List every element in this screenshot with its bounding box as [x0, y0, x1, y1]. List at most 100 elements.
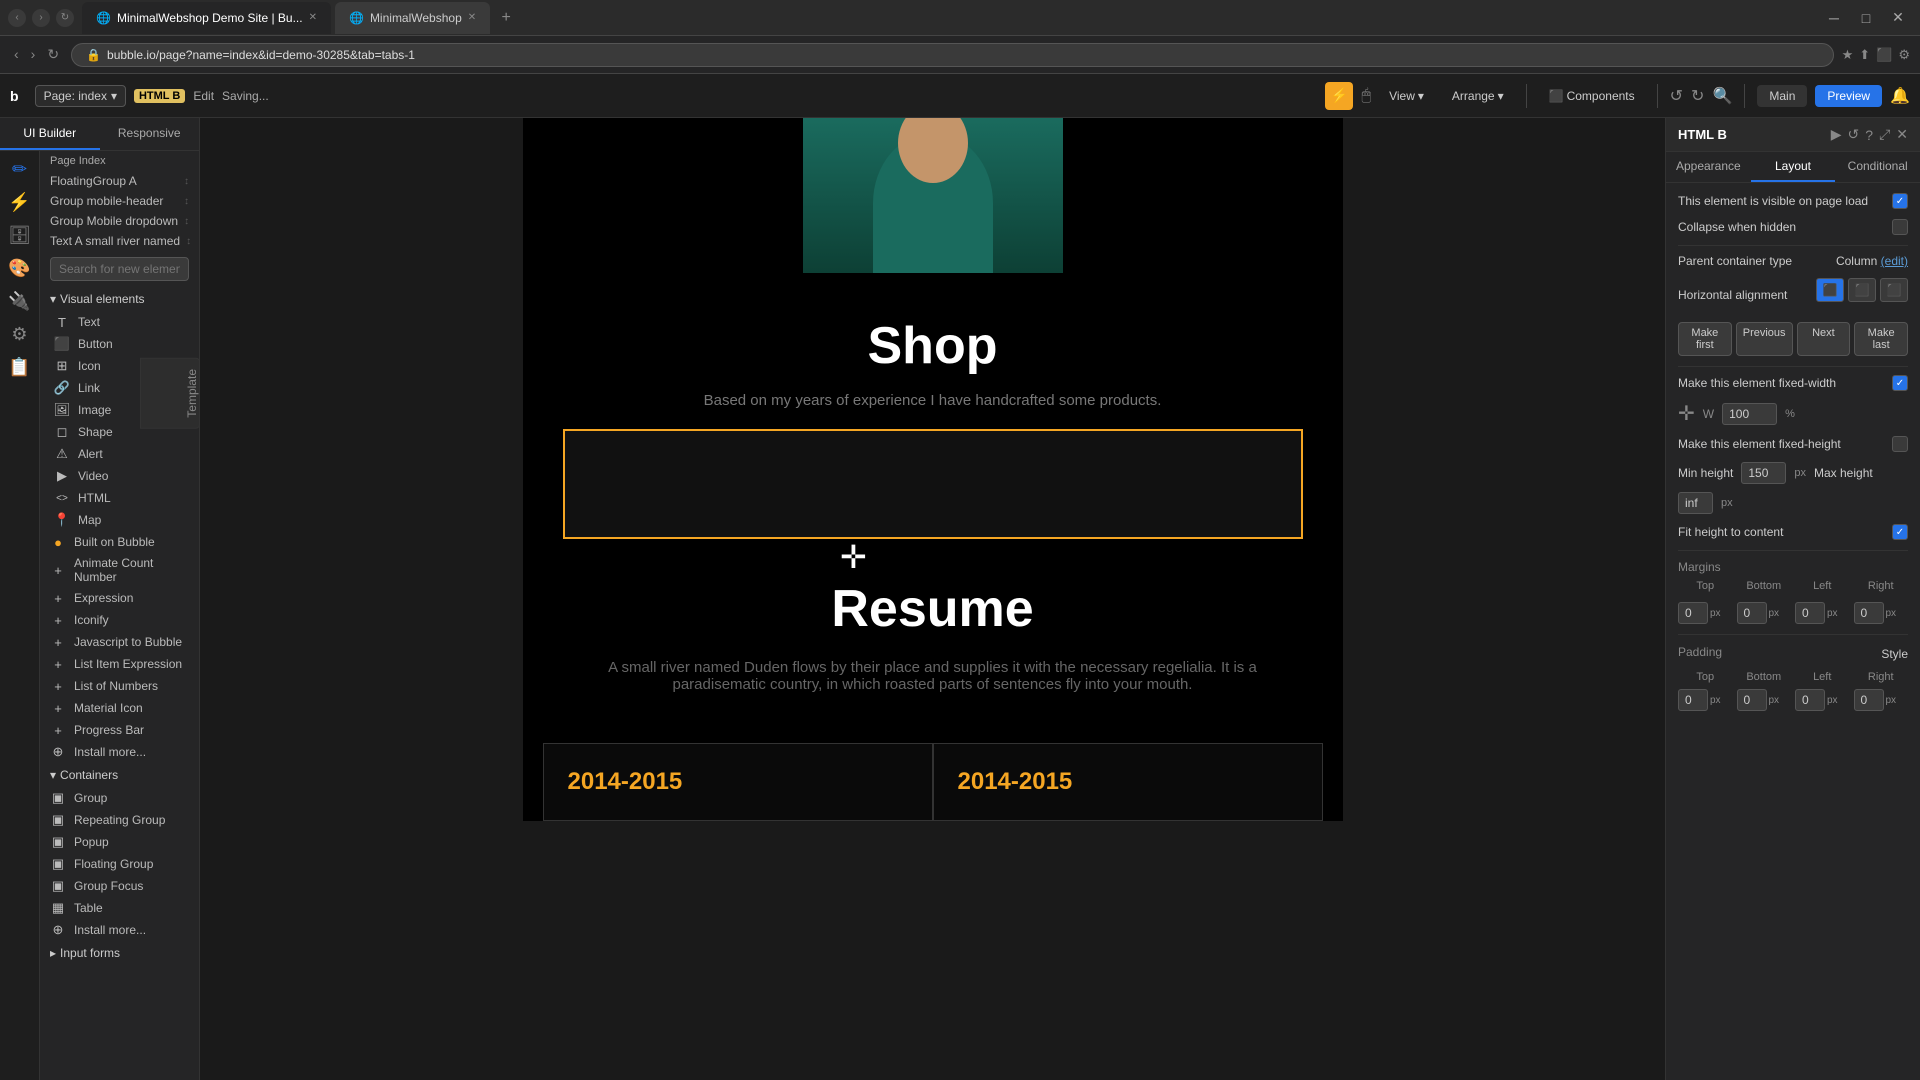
tab-responsive[interactable]: Responsive — [100, 118, 200, 150]
browser-tab-1[interactable]: 🌐 MinimalWebshop Demo Site | Bu... ✕ — [82, 2, 331, 34]
template-vertical-tab[interactable]: Template — [140, 358, 200, 429]
canvas-scroll[interactable]: Shop Based on my years of experience I h… — [200, 118, 1665, 1080]
align-center-btn[interactable]: ⬛ — [1848, 278, 1876, 302]
install-more-2-item[interactable]: ⊕ Install more... — [40, 919, 199, 941]
margin-bottom-input[interactable] — [1737, 602, 1767, 624]
back-btn[interactable]: ‹ — [8, 9, 26, 27]
animate-count-item[interactable]: + Animate Count Number — [40, 553, 199, 587]
container-popup[interactable]: ▣ Popup — [40, 831, 199, 853]
align-right-btn[interactable]: ⬛ — [1880, 278, 1908, 302]
nav-refresh[interactable]: ↻ — [43, 44, 63, 65]
styles-icon[interactable]: 🎨 — [8, 258, 30, 279]
tab-ui-builder[interactable]: UI Builder — [0, 118, 100, 150]
elem-html[interactable]: <> HTML — [44, 487, 199, 509]
help-icon[interactable]: ? — [1865, 127, 1873, 143]
star-icon[interactable]: ★ — [1842, 47, 1854, 63]
nav-forward[interactable]: › — [27, 44, 40, 65]
js-to-bubble-item[interactable]: + Javascript to Bubble — [40, 631, 199, 653]
parent-container-edit[interactable]: (edit) — [1881, 254, 1908, 268]
previous-btn[interactable]: Previous — [1736, 322, 1793, 356]
forward-btn[interactable]: › — [32, 9, 50, 27]
padding-right-input[interactable] — [1854, 689, 1884, 711]
html-b-element[interactable] — [563, 429, 1303, 539]
elem-alert[interactable]: ⚠ Alert — [44, 443, 199, 465]
view-button[interactable]: View ▾ — [1379, 85, 1434, 107]
input-forms-header[interactable]: ▸ Input forms — [40, 941, 199, 965]
max-height-input[interactable]: inf — [1678, 492, 1713, 514]
logs-icon[interactable]: 📋 — [8, 357, 30, 378]
width-input[interactable]: 100 — [1722, 403, 1777, 425]
page-selector[interactable]: Page: index ▾ — [35, 85, 126, 107]
new-tab-button[interactable]: + — [494, 6, 518, 30]
minimize-btn[interactable]: ─ — [1820, 4, 1848, 32]
search-toolbar-icon[interactable]: 🔍 — [1712, 86, 1732, 106]
share-icon[interactable]: ⬆ — [1859, 47, 1870, 63]
tree-item-mobile-header[interactable]: Group mobile-header ↕ — [40, 191, 199, 211]
data-icon[interactable]: 🗄 — [8, 225, 31, 246]
elem-map[interactable]: 📍 Map — [44, 509, 199, 531]
collapse-toggle[interactable] — [1892, 219, 1908, 235]
container-group[interactable]: ▣ Group — [40, 787, 199, 809]
install-more-1-item[interactable]: ⊕ Install more... — [40, 741, 199, 763]
list-item-expression-item[interactable]: + List Item Expression — [40, 653, 199, 675]
container-table[interactable]: ▦ Table — [40, 897, 199, 919]
main-button[interactable]: Main — [1757, 85, 1807, 107]
tree-item-text[interactable]: Text A small river named ↕ — [40, 231, 199, 251]
tab-layout[interactable]: Layout — [1751, 152, 1836, 182]
close-panel-icon[interactable]: ✕ — [1896, 126, 1908, 143]
visible-toggle[interactable]: ✓ — [1892, 193, 1908, 209]
undo-icon[interactable]: ↺ — [1670, 86, 1683, 106]
redo-icon[interactable]: ↻ — [1691, 86, 1704, 106]
canvas-area[interactable]: Shop Based on my years of experience I h… — [200, 118, 1665, 1080]
yellow-bolt-icon[interactable]: ⚡ — [1325, 82, 1353, 110]
nav-back[interactable]: ‹ — [10, 44, 23, 65]
plugins-icon[interactable]: 🔌 — [8, 291, 30, 312]
built-on-bubble-item[interactable]: ● Built on Bubble — [40, 531, 199, 553]
min-height-input[interactable]: 150 — [1741, 462, 1786, 484]
refresh-panel-icon[interactable]: ↺ — [1848, 126, 1860, 143]
container-floating-group[interactable]: ▣ Floating Group — [40, 853, 199, 875]
padding-top-input[interactable] — [1678, 689, 1708, 711]
tree-item-mobile-dropdown[interactable]: Group Mobile dropdown ↕ — [40, 211, 199, 231]
refresh-btn[interactable]: ↻ — [56, 9, 74, 27]
arrange-button[interactable]: Arrange ▾ — [1442, 85, 1514, 107]
fixed-width-toggle[interactable]: ✓ — [1892, 375, 1908, 391]
expression-item[interactable]: + Expression — [40, 587, 199, 609]
tab2-close[interactable]: ✕ — [468, 12, 476, 23]
iconify-item[interactable]: + Iconify — [40, 609, 199, 631]
make-first-btn[interactable]: Make first — [1678, 322, 1732, 356]
padding-left-input[interactable] — [1795, 689, 1825, 711]
drag-handle-icon[interactable]: ✛ — [1678, 401, 1695, 426]
margin-top-input[interactable] — [1678, 602, 1708, 624]
browser-tab-2[interactable]: 🌐 MinimalWebshop ✕ — [335, 2, 490, 34]
next-btn[interactable]: Next — [1797, 322, 1851, 356]
design-icon[interactable]: ✏ — [12, 159, 27, 180]
tab-conditional[interactable]: Conditional — [1835, 152, 1920, 182]
padding-bottom-input[interactable] — [1737, 689, 1767, 711]
tree-item-floating[interactable]: FloatingGroup A ↕ — [40, 171, 199, 191]
elem-video[interactable]: ▶ Video — [44, 465, 199, 487]
settings-side-icon[interactable]: ⚙ — [11, 324, 27, 345]
notifications-icon[interactable]: 🔔 — [1890, 86, 1910, 106]
workflow-icon[interactable]: ⚡ — [8, 192, 30, 213]
elem-text[interactable]: T Text — [44, 311, 199, 333]
make-last-btn[interactable]: Make last — [1854, 322, 1908, 356]
tab1-close[interactable]: ✕ — [309, 12, 317, 23]
components-button[interactable]: ⬛ Components — [1539, 85, 1645, 107]
extension-icon[interactable]: ⬛ — [1876, 47, 1892, 63]
container-repeating-group[interactable]: ▣ Repeating Group — [40, 809, 199, 831]
visual-elements-header[interactable]: ▾ Visual elements — [40, 287, 199, 311]
progress-bar-item[interactable]: + Progress Bar — [40, 719, 199, 741]
url-bar[interactable]: 🔒 bubble.io/page?name=index&id=demo-3028… — [71, 43, 1834, 67]
tab-appearance[interactable]: Appearance — [1666, 152, 1751, 182]
settings-icon[interactable]: ⚙ — [1898, 47, 1910, 63]
preview-button[interactable]: Preview — [1815, 85, 1882, 107]
expand-icon[interactable]: ⤢ — [1879, 126, 1890, 143]
align-left-btn[interactable]: ⬛ — [1816, 278, 1844, 302]
maximize-btn[interactable]: □ — [1852, 4, 1880, 32]
margin-left-input[interactable] — [1795, 602, 1825, 624]
fit-height-toggle[interactable]: ✓ — [1892, 524, 1908, 540]
search-elements-input[interactable] — [50, 257, 189, 281]
margin-right-input[interactable] — [1854, 602, 1884, 624]
play-icon[interactable]: ▶ — [1831, 126, 1842, 143]
